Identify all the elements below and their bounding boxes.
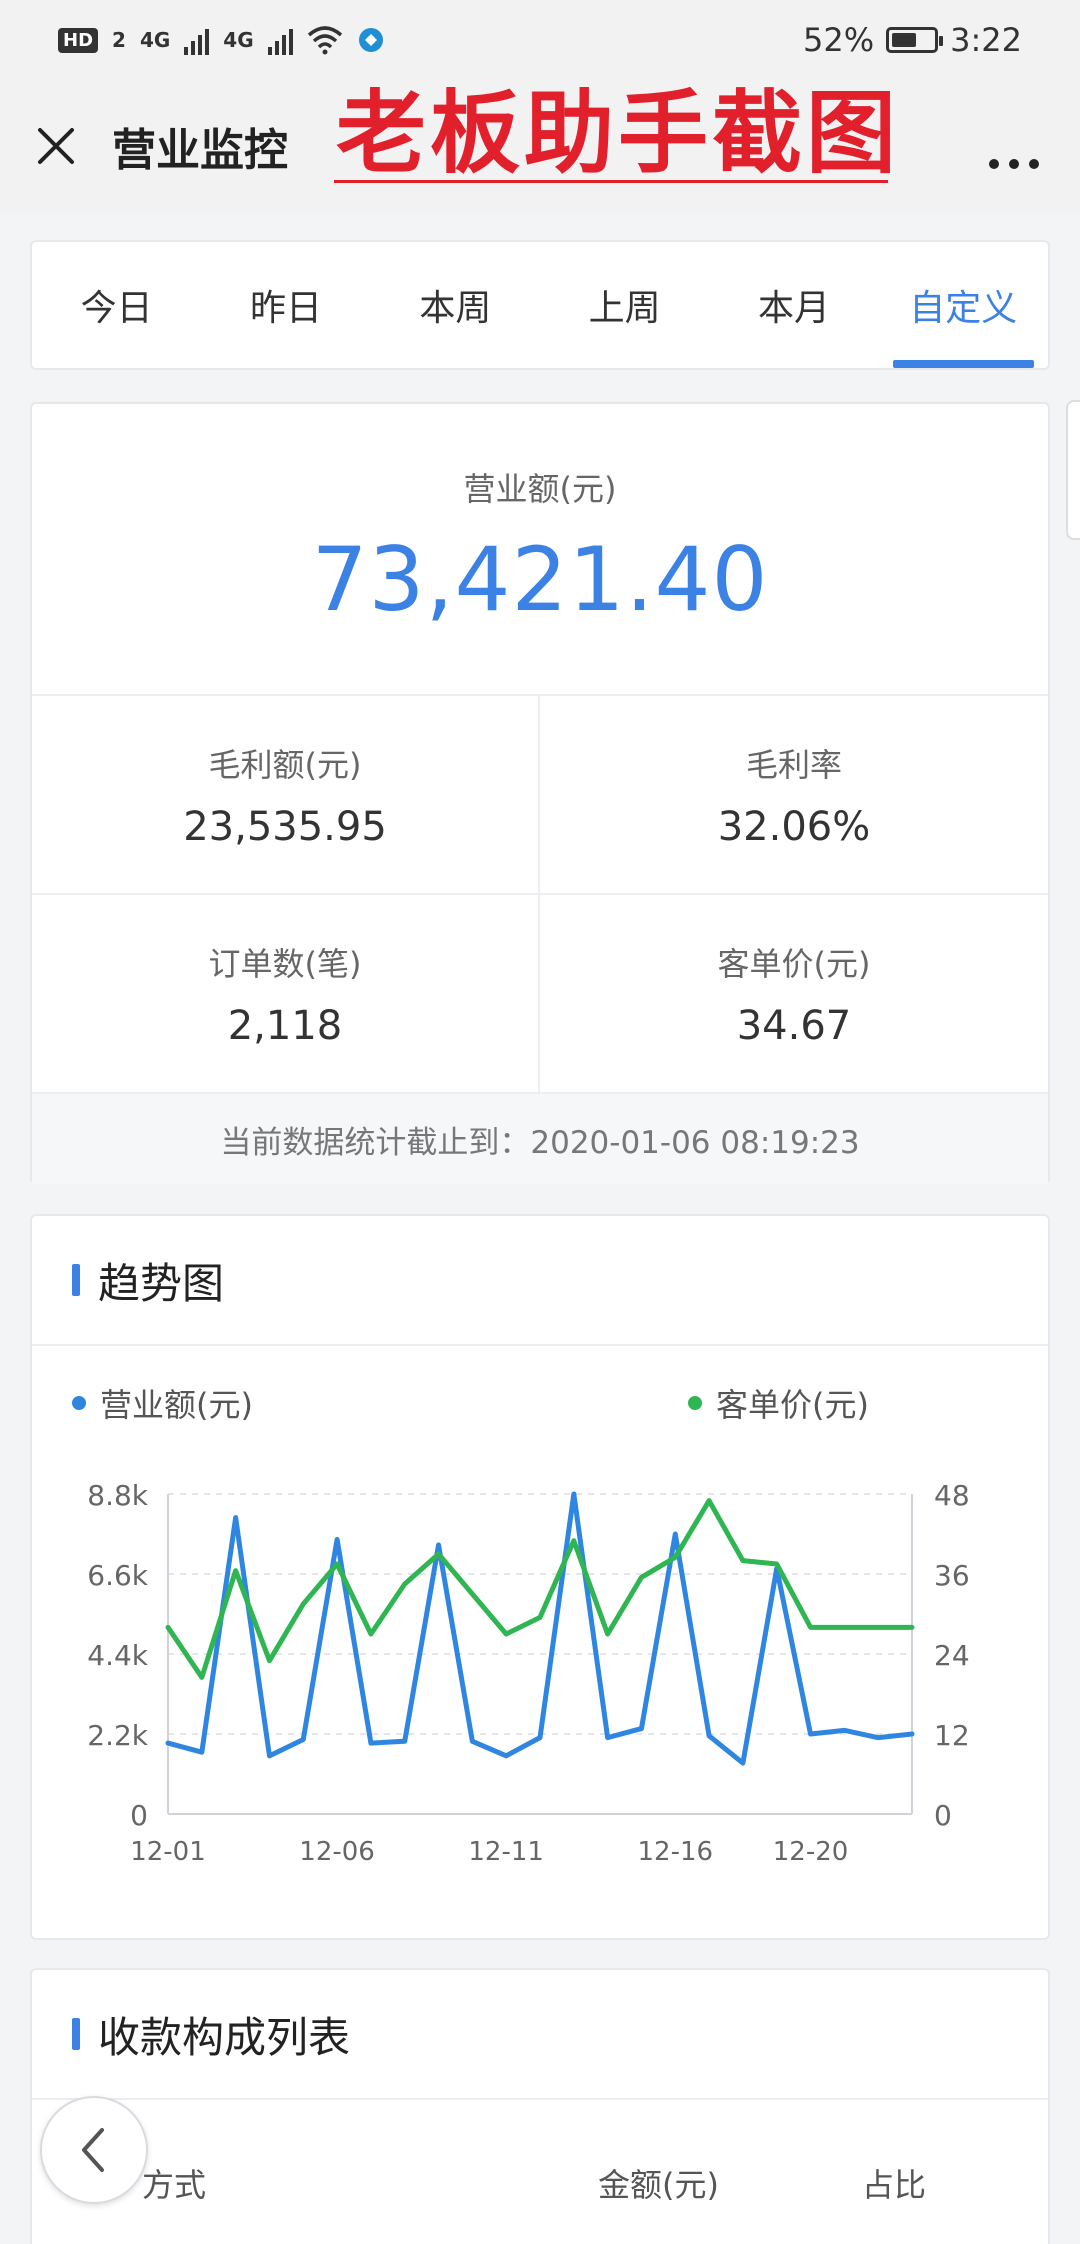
hd-sub: 2 (112, 28, 126, 52)
payments-title: 收款构成列表 (98, 2012, 351, 2062)
page-title: 营业监控 (112, 125, 288, 176)
trend-chart: 0 0 2.2k 12 4.4k 24 6.6k 36 8.8k 48 12-01 12-06 12-1… (87, 1479, 970, 1867)
payments-card: 收款构成列表 方式 金额(元) 占比 (30, 1968, 1050, 2244)
date-range-tabs: 今日 昨日 本周 上周 本月 自定义 (30, 240, 1050, 370)
battery-percent: 52% (803, 21, 875, 59)
trend-title: 趋势图 (98, 1258, 225, 1308)
clock: 3:22 (950, 21, 1022, 59)
watermark-text: 老板助手截图 (336, 80, 900, 186)
legend-avg-price[interactable]: 客单价(元) (688, 1380, 869, 1426)
chevron-left-icon (82, 2128, 104, 2172)
network-2-label: 4G (223, 28, 254, 52)
x-tick-label: 12-11 (468, 1837, 544, 1867)
x-tick-label: 12-01 (130, 1837, 206, 1867)
metric-label: 毛利额(元) (208, 745, 362, 784)
battery-icon (886, 27, 944, 53)
metric-label: 客单价(元) (717, 944, 871, 983)
payments-header: 收款构成列表 (32, 1970, 1048, 2100)
watermark-underline (334, 180, 888, 183)
x-tick-label: 12-06 (299, 1837, 375, 1867)
y-right-tick-label: 36 (934, 1559, 970, 1592)
metric-value: 32.06% (717, 803, 871, 850)
metric-label: 订单数(笔) (208, 944, 362, 983)
y-left-tick-label: 8.8k (87, 1479, 149, 1512)
y-right-tick-label: 0 (934, 1799, 952, 1832)
signal-icon (184, 25, 210, 55)
revenue-value: 73,421.40 (311, 528, 769, 631)
data-cutoff-note: 当前数据统计截止到：2020-01-06 08:19:23 (32, 1094, 1048, 1184)
status-left: HD 2 4G 4G (58, 25, 385, 55)
legend-revenue-label: 营业额(元) (100, 1386, 253, 1424)
legend-revenue[interactable]: 营业额(元) (72, 1380, 253, 1426)
y-left-tick-label: 0 (130, 1799, 148, 1832)
y-right-tick-label: 48 (934, 1479, 970, 1512)
tab-yesterday[interactable]: 昨日 (201, 242, 370, 368)
tab-today[interactable]: 今日 (32, 242, 201, 368)
metric-gross-margin: 毛利率 32.06% (540, 696, 1048, 895)
y-left-tick-label: 6.6k (87, 1559, 149, 1592)
revenue-label: 营业额(元) (463, 470, 617, 508)
tab-this-month[interactable]: 本月 (709, 242, 878, 368)
metric-value: 2,118 (227, 1002, 343, 1049)
revenue-block: 营业额(元) 73,421.40 (32, 404, 1048, 696)
network-1-label: 4G (139, 28, 171, 52)
app-notification-icon (358, 28, 383, 52)
more-icon (989, 159, 1039, 169)
legend-avg-label: 客单价(元) (716, 1386, 869, 1424)
title-bar: 营业监控 老板助手截图 (0, 80, 1080, 212)
x-tick-label: 12-20 (773, 1837, 849, 1867)
metric-avg-order-value: 客单价(元) 34.67 (540, 895, 1048, 1094)
legend-dot-revenue (72, 1396, 86, 1410)
tab-last-week[interactable]: 上周 (540, 242, 709, 368)
close-icon (38, 128, 74, 164)
back-button[interactable] (40, 2096, 148, 2204)
legend-dot-avg (688, 1396, 702, 1410)
status-right: 52% 3:22 (803, 21, 1022, 59)
y-left-tick-label: 2.2k (87, 1719, 149, 1752)
more-button[interactable] (988, 126, 1040, 182)
metric-label: 毛利率 (745, 745, 842, 784)
scroll-indicator[interactable] (1066, 400, 1080, 540)
metric-gross-profit: 毛利额(元) 23,535.95 (32, 696, 540, 895)
y-right-tick-label: 24 (934, 1639, 970, 1672)
metric-value: 34.67 (736, 1002, 852, 1049)
trend-header: 趋势图 (32, 1216, 1048, 1346)
x-tick-label: 12-16 (637, 1837, 713, 1867)
y-right-tick-label: 12 (934, 1719, 970, 1752)
signal-icon-2 (267, 25, 293, 55)
close-button[interactable] (32, 122, 80, 170)
trend-card: 趋势图 营业额(元) 客单价(元) 0 0 2.2k 12 4.4k 24 6.6k 36 8.… (30, 1214, 1050, 1940)
col-method: 方式 (142, 2166, 207, 2204)
tab-custom[interactable]: 自定义 (879, 242, 1048, 368)
hd-badge: HD (58, 27, 99, 53)
metrics-grid: 毛利额(元) 23,535.95 毛利率 32.06% 订单数(笔) 2,118… (32, 696, 1048, 1094)
section-marker (72, 1264, 80, 1296)
col-share: 占比 (862, 2166, 927, 2204)
battery-fill (892, 33, 917, 47)
series-line-avg-price (165, 1498, 915, 1680)
y-left-tick-label: 4.4k (87, 1639, 149, 1672)
col-amount: 金额(元) (598, 2166, 719, 2204)
status-bar: HD 2 4G 4G 52% 3:22 (0, 0, 1080, 80)
tab-this-week[interactable]: 本周 (371, 242, 540, 368)
summary-card: 营业额(元) 73,421.40 毛利额(元) 23,535.95 毛利率 32… (30, 402, 1050, 1184)
section-marker (72, 2018, 80, 2050)
wifi-icon (307, 26, 342, 55)
metric-order-count: 订单数(笔) 2,118 (32, 895, 540, 1094)
metric-value: 23,535.95 (183, 803, 387, 850)
series-line-revenue (165, 1491, 915, 1766)
